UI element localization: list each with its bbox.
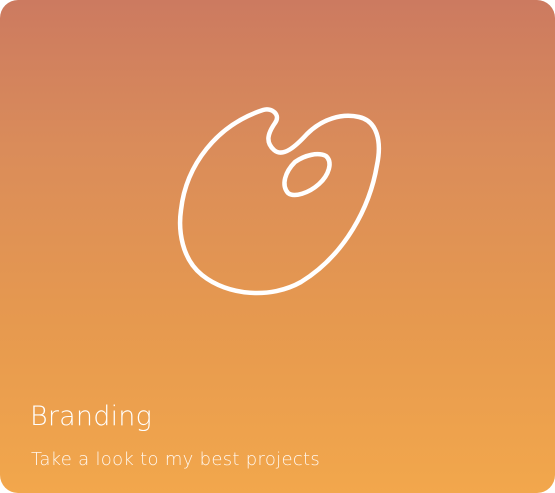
card-title: Branding bbox=[30, 401, 152, 432]
branding-card[interactable]: Branding Take a look to my best projects bbox=[0, 0, 555, 493]
card-subtitle: Take a look to my best projects bbox=[31, 449, 321, 470]
palette-icon bbox=[170, 105, 390, 300]
